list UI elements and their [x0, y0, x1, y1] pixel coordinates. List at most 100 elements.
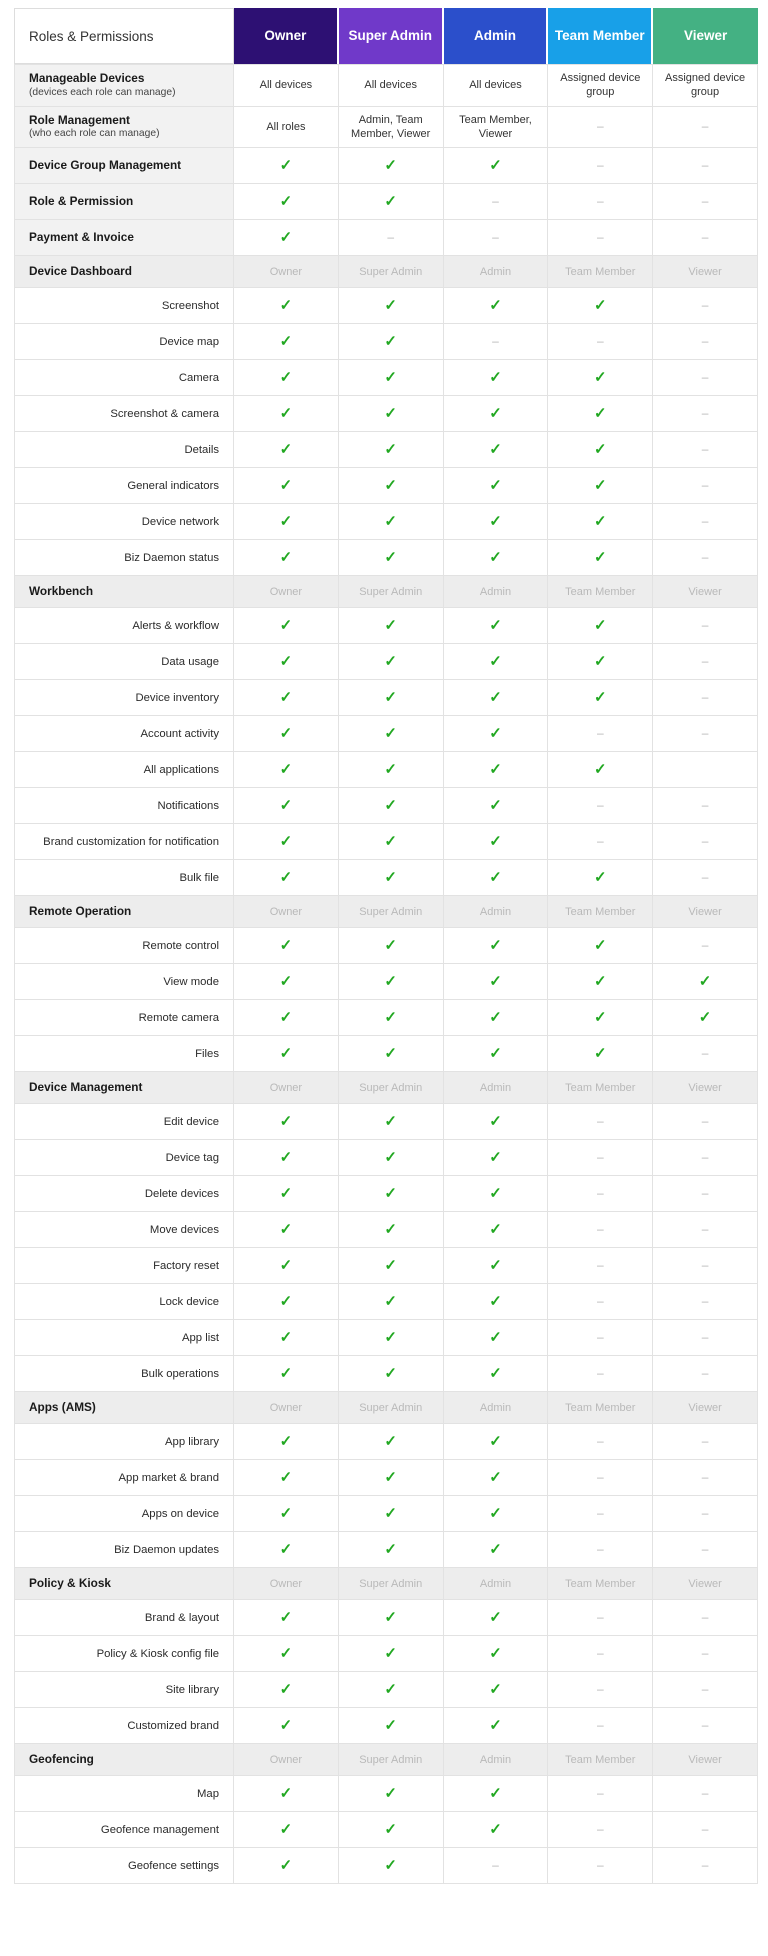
permission-denied-icon-viewer: –: [653, 1848, 758, 1885]
check-icon: ✓: [489, 797, 502, 815]
permission-value-super-admin: Super Admin: [338, 1072, 444, 1105]
dash-icon: –: [596, 1718, 604, 1733]
permission-denied-icon-viewer: –: [653, 360, 758, 397]
table-row: Device map ✓ ✓ – – –: [14, 324, 758, 361]
permission-granted-icon-team-member: ✓: [548, 540, 654, 577]
permission-granted-icon-admin: ✓: [443, 288, 549, 325]
permission-denied-icon-viewer: –: [653, 1212, 758, 1249]
permission-denied-icon-viewer: –: [653, 184, 758, 221]
table-row: Role Management (who each role can manage…: [14, 106, 758, 149]
permission-value-text: Team Member, Viewer: [459, 113, 532, 140]
table-row: Factory reset ✓ ✓ ✓ – –: [14, 1248, 758, 1285]
check-icon: ✓: [594, 549, 607, 567]
check-icon: ✓: [279, 441, 293, 459]
dash-icon: –: [701, 1434, 709, 1449]
permission-granted-icon-owner: ✓: [234, 288, 339, 325]
dash-icon: –: [596, 157, 604, 172]
check-icon: ✓: [279, 1645, 293, 1663]
feature-label-cell: Payment & Invoice: [14, 220, 234, 257]
role-header-super-admin[interactable]: Super Admin: [338, 8, 444, 64]
dash-icon: –: [701, 1646, 709, 1661]
check-icon: ✓: [279, 1045, 293, 1063]
permission-granted-icon-owner: ✓: [234, 1284, 339, 1321]
feature-label: Brand customization for notification: [43, 835, 219, 848]
permission-denied-icon-viewer: –: [653, 1356, 758, 1393]
permission-granted-icon-owner: ✓: [234, 680, 339, 717]
dash-icon: –: [596, 193, 604, 208]
check-icon: ✓: [279, 653, 293, 671]
check-icon: ✓: [489, 1717, 502, 1735]
table-row: Biz Daemon updates ✓ ✓ ✓ – –: [14, 1532, 758, 1569]
dash-icon: –: [701, 1718, 709, 1733]
check-icon: ✓: [489, 869, 502, 887]
permission-granted-icon-admin: ✓: [443, 1248, 549, 1285]
check-icon: ✓: [384, 1009, 397, 1027]
permission-granted-icon-admin: ✓: [443, 148, 549, 185]
feature-label: Manageable Devices: [29, 71, 145, 85]
permission-value-super-admin: Super Admin: [338, 1744, 444, 1777]
table-row: Payment & Invoice ✓ – – – –: [14, 220, 758, 257]
dash-icon: –: [596, 1150, 604, 1165]
role-header-viewer[interactable]: Viewer: [653, 8, 758, 64]
dash-icon: –: [596, 1858, 604, 1873]
role-header-admin[interactable]: Admin: [443, 8, 549, 64]
dash-icon: –: [701, 726, 709, 741]
permission-granted-icon-team-member: ✓: [548, 288, 654, 325]
permission-value-owner: All roles: [234, 106, 339, 149]
section-header-row: Remote Operation Owner Super Admin Admin Tea…: [14, 896, 758, 929]
check-icon: ✓: [279, 228, 293, 246]
check-icon: ✓: [384, 477, 397, 495]
permission-value-text: Owner: [269, 585, 303, 598]
permission-granted-icon-super-admin: ✓: [338, 1248, 444, 1285]
check-icon: ✓: [279, 333, 293, 351]
permission-granted-icon-owner: ✓: [234, 148, 339, 185]
permission-value-text: Team Member: [565, 585, 636, 598]
table-row: App list ✓ ✓ ✓ – –: [14, 1320, 758, 1357]
feature-label-cell: Remote Operation: [14, 896, 234, 929]
check-icon: ✓: [279, 1149, 293, 1167]
check-icon: ✓: [279, 513, 293, 531]
permission-granted-icon-owner: ✓: [234, 1460, 339, 1497]
permission-denied-icon-team-member: –: [548, 1600, 654, 1637]
permission-granted-icon-super-admin: ✓: [338, 1212, 444, 1249]
permission-granted-icon-team-member: ✓: [548, 608, 654, 645]
role-header-team-member[interactable]: Team Member: [548, 8, 654, 64]
feature-label: Role & Permission: [29, 194, 134, 209]
feature-label-cell: Workbench: [14, 576, 234, 609]
feature-label: Payment & Invoice: [29, 230, 134, 245]
check-icon: ✓: [384, 1221, 397, 1239]
permission-granted-icon-owner: ✓: [234, 1248, 339, 1285]
feature-label-cell: Role Management (who each role can manage…: [14, 106, 234, 149]
dash-icon: –: [701, 193, 709, 208]
check-icon: ✓: [698, 1009, 712, 1027]
feature-label: Device inventory: [135, 691, 219, 704]
check-icon: ✓: [489, 477, 502, 495]
permission-granted-icon-super-admin: ✓: [338, 1176, 444, 1213]
permission-value-text: Admin: [479, 1401, 512, 1414]
feature-label-cell: Biz Daemon status: [14, 540, 234, 577]
header-row: Roles & Permissions Owner Super Admin Admi…: [14, 8, 758, 64]
check-icon: ✓: [384, 1857, 397, 1875]
check-icon: ✓: [384, 689, 397, 707]
permission-granted-icon-super-admin: ✓: [338, 432, 444, 469]
feature-label-cell: Bulk operations: [14, 1356, 234, 1393]
permission-value-super-admin: Admin, Team Member, Viewer: [338, 106, 444, 149]
permission-value-text: Super Admin: [359, 1577, 423, 1590]
permission-value-text: Super Admin: [359, 905, 423, 918]
permission-granted-icon-admin: ✓: [443, 928, 549, 965]
check-icon: ✓: [384, 797, 397, 815]
permission-denied-icon-team-member: –: [548, 1532, 654, 1569]
permission-denied-icon-viewer: –: [653, 1284, 758, 1321]
permission-value-team-member: Assigned device group: [548, 64, 654, 107]
permission-granted-icon-admin: ✓: [443, 1812, 549, 1849]
permission-granted-icon-owner: ✓: [234, 1104, 339, 1141]
feature-label: Biz Daemon updates: [114, 1543, 219, 1556]
check-icon: ✓: [279, 1257, 293, 1275]
dash-icon: –: [596, 1822, 604, 1837]
check-icon: ✓: [489, 1045, 502, 1063]
table-row: Device Group Management ✓ ✓ ✓ – –: [14, 148, 758, 185]
permission-granted-icon-super-admin: ✓: [338, 1000, 444, 1037]
role-header-owner[interactable]: Owner: [234, 8, 339, 64]
dash-icon: –: [701, 654, 709, 669]
feature-label-cell: Manageable Devices (devices each role can…: [14, 64, 234, 107]
